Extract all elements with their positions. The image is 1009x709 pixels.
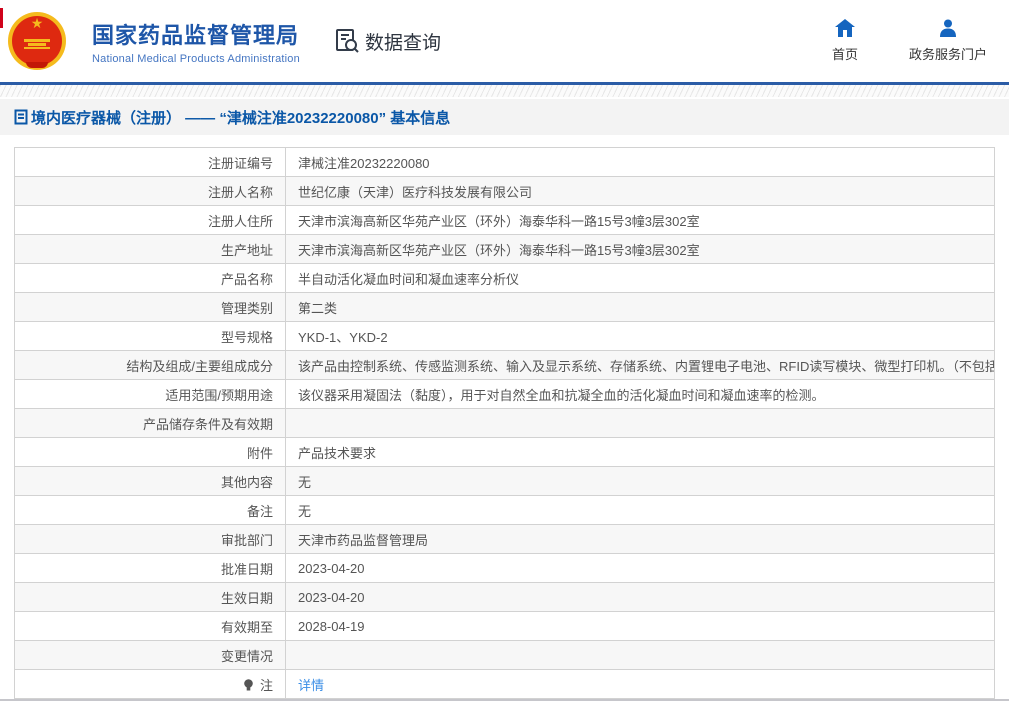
row-label: 变更情况 <box>220 648 273 664</box>
row-remarks: 备注 无 <box>14 495 995 525</box>
row-value: 津械注准20232220080 <box>285 147 995 177</box>
document-icon <box>14 109 28 125</box>
row-value: 2023-04-20 <box>285 553 995 583</box>
row-value: 天津市药品监督管理局 <box>285 524 995 554</box>
row-value: 详情 <box>285 669 995 699</box>
row-approval-department: 审批部门 天津市药品监督管理局 <box>14 524 995 554</box>
row-value: 2028-04-19 <box>285 611 995 641</box>
site-subtitle: National Medical Products Administration <box>92 52 300 65</box>
row-label: 产品名称 <box>220 271 273 287</box>
row-value: YKD-1、YKD-2 <box>285 321 995 351</box>
row-structure-composition: 结构及组成/主要组成成分 该产品由控制系统、传感监测系统、输入及显示系统、存储系… <box>14 350 995 380</box>
row-value: 世纪亿康（天津）医疗科技发展有限公司 <box>285 176 995 206</box>
row-production-address: 生产地址 天津市滨海高新区华苑产业区（环外）海泰华科一路15号3幢3层302室 <box>14 234 995 264</box>
nav-item-home[interactable]: 首页 <box>827 19 863 63</box>
row-value: 2023-04-20 <box>285 582 995 612</box>
registration-info-table: 注册证编号 津械注准20232220080 注册人名称 世纪亿康（天津）医疗科技… <box>14 147 995 699</box>
row-registrant-address: 注册人住所 天津市滨海高新区华苑产业区（环外）海泰华科一路15号3幢3层302室 <box>14 205 995 235</box>
row-intended-use: 适用范围/预期用途 该仪器采用凝固法（黏度），用于对自然全血和抗凝全血的活化凝血… <box>14 379 995 409</box>
row-note: 注 详情 <box>14 669 995 699</box>
row-label: 批准日期 <box>220 561 273 577</box>
row-value: 天津市滨海高新区华苑产业区（环外）海泰华科一路15号3幢3层302室 <box>285 234 995 264</box>
row-label: 备注 <box>246 503 273 519</box>
bulb-icon <box>244 678 254 690</box>
nav-home-label: 首页 <box>831 47 858 62</box>
row-change-status: 变更情况 <box>14 640 995 670</box>
row-label: 生效日期 <box>220 590 273 606</box>
row-registration-number: 注册证编号 津械注准20232220080 <box>14 147 995 177</box>
row-label: 生产地址 <box>220 242 273 258</box>
row-label: 审批部门 <box>220 532 273 548</box>
site-brand: 国家药品监督管理局 National Medical Products Admi… <box>92 18 300 65</box>
row-value <box>285 408 995 438</box>
row-value: 无 <box>285 466 995 496</box>
row-model-specification: 型号规格 YKD-1、YKD-2 <box>14 321 995 351</box>
row-management-category: 管理类别 第二类 <box>14 292 995 322</box>
nav-item-gov-portal[interactable]: 政务服务门户 <box>909 19 987 63</box>
row-label: 型号规格 <box>220 329 273 345</box>
row-label: 管理类别 <box>220 300 273 316</box>
row-value: 该仪器采用凝固法（黏度），用于对自然全血和抗凝全血的活化凝血时间和凝血速率的检测… <box>285 379 995 409</box>
hatch-decoration-band <box>0 85 1009 99</box>
corner-red-decoration <box>0 8 3 28</box>
row-value: 半自动活化凝血时间和凝血速率分析仪 <box>285 263 995 293</box>
row-value: 该产品由控制系统、传感监测系统、输入及显示系统、存储系统、内置锂电子电池、RFI… <box>285 350 995 380</box>
breadcrumb: 境内医疗器械（注册） —— “津械注准20232220080” 基本信息 <box>0 99 1009 135</box>
breadcrumb-text: 境内医疗器械（注册） —— “津械注准20232220080” 基本信息 <box>31 109 451 127</box>
data-query-icon <box>335 29 359 53</box>
row-storage-conditions: 产品储存条件及有效期 <box>14 408 995 438</box>
top-nav: 首页 政务服务门户 <box>827 19 987 63</box>
nav-gov-portal-label: 政务服务门户 <box>908 47 987 62</box>
national-emblem-icon: ★ <box>8 12 66 70</box>
info-table-body: 注册证编号 津械注准20232220080 注册人名称 世纪亿康（天津）医疗科技… <box>14 147 995 699</box>
row-approval-date: 批准日期 2023-04-20 <box>14 553 995 583</box>
data-query-menu[interactable]: 数据查询 <box>334 28 441 55</box>
row-label: 其他内容 <box>220 474 273 490</box>
row-effective-date: 生效日期 2023-04-20 <box>14 582 995 612</box>
row-value: 天津市滨海高新区华苑产业区（环外）海泰华科一路15号3幢3层302室 <box>285 205 995 235</box>
row-valid-until: 有效期至 2028-04-19 <box>14 611 995 641</box>
row-label: 注册人名称 <box>207 184 273 200</box>
row-value <box>285 640 995 670</box>
row-label: 有效期至 <box>220 619 273 635</box>
row-value: 第二类 <box>285 292 995 322</box>
row-product-name: 产品名称 半自动活化凝血时间和凝血速率分析仪 <box>14 263 995 293</box>
row-value: 无 <box>285 495 995 525</box>
row-label: 注册证编号 <box>207 155 273 171</box>
row-registrant-name: 注册人名称 世纪亿康（天津）医疗科技发展有限公司 <box>14 176 995 206</box>
site-header: ★ 国家药品监督管理局 National Medical Products Ad… <box>0 0 1009 82</box>
row-label: 注册人住所 <box>207 213 273 229</box>
row-value: 产品技术要求 <box>285 437 995 467</box>
home-icon <box>834 19 855 37</box>
details-link[interactable]: 详情 <box>298 678 324 693</box>
row-attachments: 附件 产品技术要求 <box>14 437 995 467</box>
user-icon <box>939 19 956 37</box>
site-title: 国家药品监督管理局 <box>92 22 300 48</box>
row-other-content: 其他内容 无 <box>14 466 995 496</box>
row-label: 适用范围/预期用途 <box>165 387 273 403</box>
row-label: 注 <box>259 677 273 693</box>
row-label: 附件 <box>246 445 273 461</box>
row-label: 产品储存条件及有效期 <box>142 416 273 432</box>
data-query-label: 数据查询 <box>364 32 441 54</box>
row-label: 结构及组成/主要组成成分 <box>126 358 273 374</box>
